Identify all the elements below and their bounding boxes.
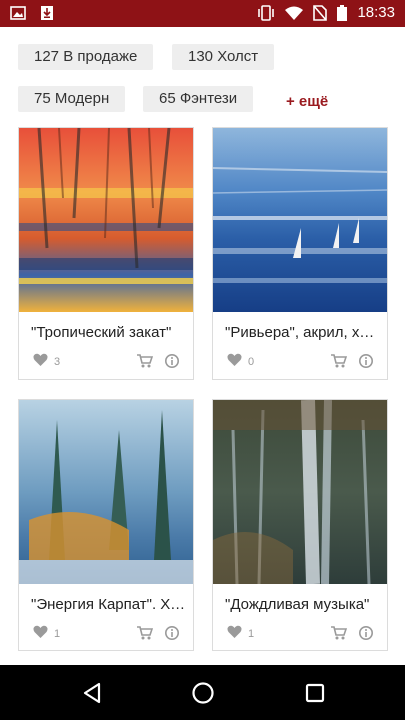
cart-icon[interactable] (331, 626, 348, 645)
recents-icon[interactable] (303, 681, 327, 705)
likes-count: 0 (248, 355, 255, 368)
artwork-title[interactable]: "Тропический закат" (31, 324, 187, 341)
artwork-image[interactable] (19, 400, 193, 584)
info-icon[interactable] (165, 626, 179, 645)
vibrate-icon (257, 4, 275, 21)
tag-canvas[interactable]: 130 Холст (172, 44, 275, 70)
artwork-card[interactable]: "Энергия Карпат". Холст 1 (18, 399, 194, 651)
download-icon (40, 5, 54, 21)
artwork-title[interactable]: "Дождливая музыка" (225, 596, 381, 613)
heart-icon[interactable] (227, 625, 242, 642)
artwork-card[interactable]: "Тропический закат" 3 (18, 127, 194, 380)
tag-modern[interactable]: 75 Модерн (18, 86, 126, 112)
home-icon[interactable] (191, 681, 215, 705)
info-icon[interactable] (165, 354, 179, 373)
likes[interactable]: 3 (33, 353, 60, 370)
likes[interactable]: 0 (227, 353, 254, 370)
tag-for-sale[interactable]: 127 В продаже (18, 44, 154, 70)
likes-count: 3 (54, 355, 61, 368)
likes-count: 1 (248, 627, 255, 640)
likes[interactable]: 1 (33, 625, 60, 642)
artwork-image[interactable] (213, 400, 387, 584)
heart-icon[interactable] (33, 353, 48, 370)
no-sim-icon (313, 4, 328, 21)
artwork-card[interactable]: "Ривьера", акрил, холст 0 (212, 127, 388, 380)
clock: 18:33 (357, 4, 395, 21)
cart-icon[interactable] (137, 626, 154, 645)
heart-icon[interactable] (227, 353, 242, 370)
gallery-icon (10, 5, 26, 21)
artwork-title[interactable]: "Энергия Карпат". Холст (31, 596, 187, 613)
status-bar: 18:33 (0, 0, 405, 27)
back-icon[interactable] (80, 681, 104, 705)
wifi-icon (285, 6, 304, 20)
cart-icon[interactable] (331, 354, 348, 373)
more-tags-link[interactable]: + ещё (286, 89, 328, 115)
artwork-card[interactable]: "Дождливая музыка" 1 (212, 399, 388, 651)
info-icon[interactable] (359, 354, 373, 373)
artwork-title[interactable]: "Ривьера", акрил, холст (225, 324, 381, 341)
heart-icon[interactable] (33, 625, 48, 642)
artwork-image[interactable] (213, 128, 387, 312)
cart-icon[interactable] (137, 354, 154, 373)
likes-count: 1 (54, 627, 61, 640)
artwork-image[interactable] (19, 128, 193, 312)
likes[interactable]: 1 (227, 625, 254, 642)
navigation-bar (0, 665, 405, 720)
tag-fantasy[interactable]: 65 Фэнтези (143, 86, 254, 112)
filter-tags: 127 В продаже 130 Холст 75 Модерн 65 Фэн… (0, 27, 405, 125)
info-icon[interactable] (359, 626, 373, 645)
battery-icon (337, 4, 348, 21)
